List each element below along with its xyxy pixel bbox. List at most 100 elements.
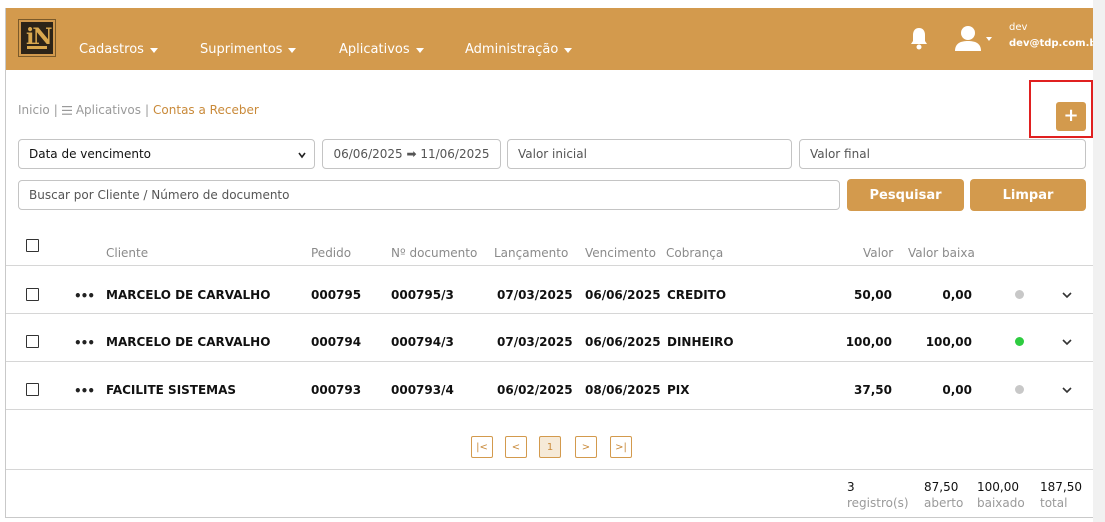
top-navbar: iN Cadastros Suprimentos Aplicativos Adm… xyxy=(6,8,1093,70)
row-divider xyxy=(6,313,1093,314)
valor-final-placeholder: Valor final xyxy=(810,147,870,161)
summary-total-value: 187,50 xyxy=(1040,480,1082,494)
header-pedido[interactable]: Pedido xyxy=(311,246,351,260)
row-pedido: 000793 xyxy=(311,383,362,397)
row-documento: 000793/4 xyxy=(391,383,454,397)
row-actions-icon[interactable]: ••• xyxy=(74,336,95,350)
notification-bell-icon[interactable] xyxy=(909,26,929,50)
search-input[interactable]: Buscar por Cliente / Número de documento xyxy=(18,180,840,210)
row-cobranca: CREDITO xyxy=(667,288,727,302)
status-dot xyxy=(1015,290,1024,299)
row-cliente: FACILITE SISTEMAS xyxy=(106,383,237,397)
valor-final-input[interactable]: Valor final xyxy=(799,139,1086,169)
status-dot xyxy=(1015,337,1024,346)
row-cobranca: PIX xyxy=(667,383,690,397)
screen: iN Cadastros Suprimentos Aplicativos Adm… xyxy=(0,0,1105,522)
date-range-value: 06/06/2025 ➡ 11/06/2025 xyxy=(333,147,490,161)
summary-registros-label: registro(s) xyxy=(847,496,909,510)
header-cobranca[interactable]: Cobrança xyxy=(666,246,723,260)
app-window: iN Cadastros Suprimentos Aplicativos Adm… xyxy=(5,8,1093,518)
vertical-scrollbar[interactable] xyxy=(1093,0,1105,522)
breadcrumb-aplicativos[interactable]: Aplicativos xyxy=(76,103,141,117)
pagination-next-button[interactable]: > xyxy=(575,436,597,458)
add-button-highlight: + xyxy=(1029,80,1093,138)
summary-total: 187,50 total xyxy=(1040,480,1082,510)
footer-divider xyxy=(6,469,1093,470)
menu-cadastros[interactable]: Cadastros xyxy=(79,42,158,57)
row-lancamento: 06/02/2025 xyxy=(497,383,573,397)
user-avatar-icon[interactable] xyxy=(954,24,988,52)
row-lancamento: 07/03/2025 xyxy=(497,288,573,302)
row-valor-baixa: 0,00 xyxy=(942,383,972,397)
search-button[interactable]: Pesquisar xyxy=(847,179,964,211)
row-cliente: MARCELO DE CARVALHO xyxy=(106,335,271,349)
row-valor: 37,50 xyxy=(854,383,892,397)
breadcrumb-separator: | xyxy=(145,103,150,117)
header-documento[interactable]: Nº documento xyxy=(391,246,477,260)
caret-down-icon xyxy=(415,47,424,53)
header-lancamento[interactable]: Lançamento xyxy=(494,246,568,260)
summary-total-label: total xyxy=(1040,496,1068,510)
user-email: dev@tdp.com.br xyxy=(1009,38,1093,49)
search-placeholder: Buscar por Cliente / Número de documento xyxy=(29,188,290,202)
header-cliente[interactable]: Cliente xyxy=(106,246,148,260)
row-divider xyxy=(6,409,1093,410)
row-checkbox[interactable] xyxy=(26,335,39,348)
date-type-value: Data de vencimento xyxy=(29,147,152,161)
pagination-last-button[interactable]: >| xyxy=(610,436,632,458)
row-actions-icon[interactable]: ••• xyxy=(74,289,95,303)
logo-underline xyxy=(27,46,47,49)
summary-baixado-value: 100,00 xyxy=(977,480,1019,494)
summary-aberto-value: 87,50 xyxy=(924,480,959,494)
date-range-picker[interactable]: 06/06/2025 ➡ 11/06/2025 xyxy=(322,139,501,169)
breadcrumb-home[interactable]: Inicio xyxy=(18,103,50,117)
pagination-page-1[interactable]: 1 xyxy=(539,436,561,458)
row-documento: 000794/3 xyxy=(391,335,454,349)
valor-inicial-input[interactable]: Valor inicial xyxy=(507,139,792,169)
row-lancamento: 07/03/2025 xyxy=(497,335,573,349)
chevron-down-icon[interactable] xyxy=(1061,338,1073,346)
summary-registros: 3 registro(s) xyxy=(847,480,909,510)
row-cliente: MARCELO DE CARVALHO xyxy=(106,288,271,302)
menu-suprimentos[interactable]: Suprimentos xyxy=(200,42,297,57)
user-menu-caret-icon[interactable] xyxy=(986,37,992,41)
chevron-down-icon[interactable] xyxy=(1061,386,1073,394)
summary-baixado-label: baixado xyxy=(977,496,1025,510)
chevron-down-icon[interactable] xyxy=(1061,291,1073,299)
add-button[interactable]: + xyxy=(1056,102,1086,131)
header-valor[interactable]: Valor xyxy=(863,246,893,260)
menu-aplicativos-label: Aplicativos xyxy=(339,42,410,57)
caret-down-icon xyxy=(564,47,573,53)
pagination-first-button[interactable]: |< xyxy=(471,436,493,458)
row-divider xyxy=(6,361,1093,362)
header-vencimento[interactable]: Vencimento xyxy=(585,246,656,260)
menu-cadastros-label: Cadastros xyxy=(79,42,144,57)
row-actions-icon[interactable]: ••• xyxy=(74,384,95,398)
row-pedido: 000795 xyxy=(311,288,362,302)
header-divider xyxy=(6,265,1093,266)
menu-lines-icon xyxy=(61,105,72,115)
menu-suprimentos-label: Suprimentos xyxy=(200,42,283,57)
menu-aplicativos[interactable]: Aplicativos xyxy=(339,42,424,57)
row-valor-baixa: 0,00 xyxy=(942,288,972,302)
row-vencimento: 08/06/2025 xyxy=(585,383,661,397)
summary-aberto: 87,50 aberto xyxy=(924,480,963,510)
caret-down-icon xyxy=(288,47,297,53)
summary-registros-value: 3 xyxy=(847,480,855,494)
breadcrumb-separator: | xyxy=(53,103,58,117)
clear-button[interactable]: Limpar xyxy=(970,179,1086,211)
status-dot xyxy=(1015,385,1024,394)
row-cobranca: DINHEIRO xyxy=(667,335,734,349)
chevron-down-icon xyxy=(298,152,306,159)
row-checkbox[interactable] xyxy=(26,288,39,301)
select-all-checkbox[interactable] xyxy=(26,239,39,252)
breadcrumb: Inicio | Aplicativos | Contas a Receber xyxy=(18,103,259,117)
row-checkbox[interactable] xyxy=(26,383,39,396)
breadcrumb-current: Contas a Receber xyxy=(153,103,259,117)
pagination-prev-button[interactable]: < xyxy=(505,436,527,458)
date-type-select[interactable]: Data de vencimento xyxy=(18,139,315,169)
menu-administracao[interactable]: Administração xyxy=(465,42,573,57)
row-valor-baixa: 100,00 xyxy=(925,335,972,349)
header-valor-baixa[interactable]: Valor baixa xyxy=(908,246,975,260)
app-logo[interactable]: iN xyxy=(18,19,56,57)
